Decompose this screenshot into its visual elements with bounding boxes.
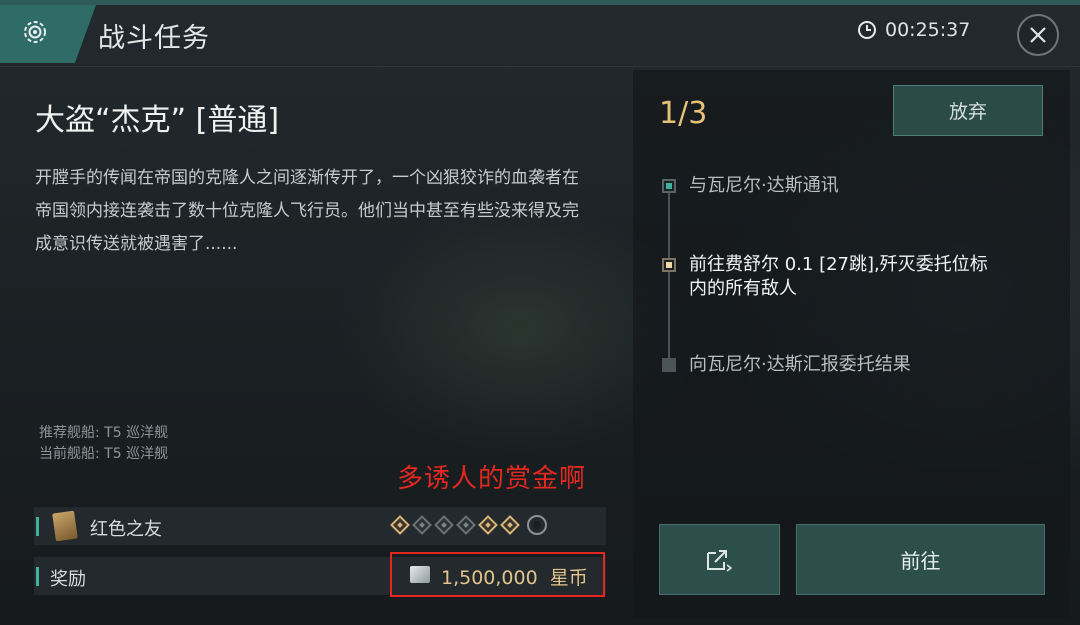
step-current-icon bbox=[662, 258, 676, 272]
objective-track bbox=[668, 186, 670, 366]
faction-name: 红色之友 bbox=[90, 519, 162, 540]
page-title: 战斗任务 bbox=[98, 23, 210, 54]
share-icon bbox=[706, 549, 732, 572]
standing-diamond-icon bbox=[434, 515, 454, 535]
close-icon bbox=[1030, 27, 1046, 43]
standing-diamond-icon bbox=[390, 515, 410, 535]
top-accent-line bbox=[0, 0, 1080, 5]
step-done-icon bbox=[662, 179, 676, 193]
gear-icon bbox=[24, 21, 46, 43]
step-text: 前往费舒尔 0.1 [27跳],歼灭委托位标内的所有敌人 bbox=[689, 254, 988, 299]
recommended-ship: 推荐舰船: T5 巡洋舰 bbox=[39, 425, 169, 441]
annotation-text: 多诱人的赏金啊 bbox=[397, 464, 587, 494]
standing-ring-icon bbox=[527, 515, 547, 535]
row-accent bbox=[36, 517, 39, 536]
faction-card-icon bbox=[52, 510, 78, 542]
ship-info: 推荐舰船: T5 巡洋舰 当前舰船: T5 巡洋舰 bbox=[39, 423, 168, 465]
step-pending-icon bbox=[662, 358, 676, 372]
mission-title: 大盗“杰克” [普通] bbox=[35, 103, 280, 138]
faction-standing bbox=[390, 515, 547, 535]
go-button[interactable]: 前往 bbox=[796, 524, 1045, 595]
objective-progress: 1/3 bbox=[659, 96, 708, 131]
row-accent bbox=[36, 567, 39, 586]
share-button[interactable] bbox=[659, 524, 780, 595]
standing-diamond-icon bbox=[412, 515, 432, 535]
header-divider bbox=[0, 66, 1080, 67]
mission-timer: 00:25:37 bbox=[857, 19, 970, 41]
standing-diamond-icon bbox=[456, 515, 476, 535]
reward-label: 奖励 bbox=[50, 569, 86, 590]
timer-text: 00:25:37 bbox=[885, 19, 971, 41]
standing-diamond-icon bbox=[478, 515, 498, 535]
reward-highlight-box bbox=[390, 552, 605, 597]
abandon-button[interactable]: 放弃 bbox=[893, 85, 1043, 136]
current-ship: 当前舰船: T5 巡洋舰 bbox=[39, 446, 169, 462]
mission-description: 开膛手的传闻在帝国的克隆人之间逐渐传开了，一个凶狠狡诈的血袭者在帝国领内接连袭击… bbox=[35, 168, 579, 254]
close-button[interactable] bbox=[1017, 14, 1059, 56]
step-text: 与瓦尼尔·达斯通讯 bbox=[689, 175, 839, 196]
clock-icon bbox=[858, 21, 876, 39]
step-text: 向瓦尼尔·达斯汇报委托结果 bbox=[689, 354, 911, 375]
standing-diamond-icon bbox=[500, 515, 520, 535]
faction-row: 红色之友 bbox=[34, 507, 606, 545]
